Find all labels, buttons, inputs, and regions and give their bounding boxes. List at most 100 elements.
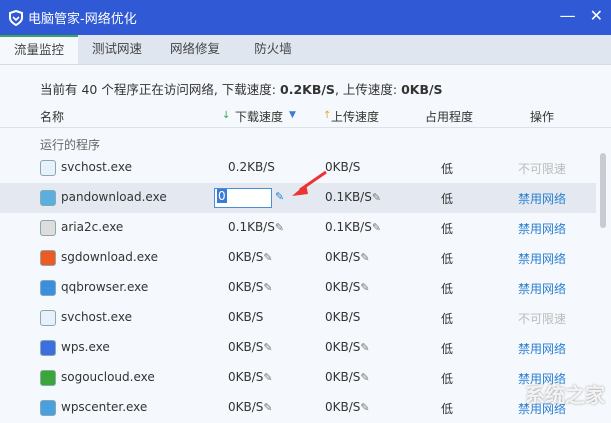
download-speed: 0KB/S xyxy=(228,310,263,324)
process-name: aria2c.exe xyxy=(61,220,124,234)
edit-pencil-icon[interactable]: ✎ xyxy=(360,251,369,264)
tab-traffic-monitor[interactable]: 流量监控 xyxy=(0,35,78,64)
upload-value: 0KB/S xyxy=(325,370,361,384)
upload-speed: 0KB/S xyxy=(325,310,360,324)
upload-value: 0KB/S xyxy=(325,400,361,414)
watermark: 系统之家 xyxy=(525,383,605,407)
sort-desc-icon[interactable]: ▼ xyxy=(289,110,296,120)
download-value: 0KB/S xyxy=(228,280,264,294)
col-download[interactable]: 下载速度 xyxy=(235,108,283,125)
table-row[interactable]: aria2c.exe 0.1KB/S✎ 0.1KB/S✎ 低 禁用网络 xyxy=(0,213,596,243)
scrollbar[interactable] xyxy=(600,153,606,228)
download-value: 0KB/S xyxy=(228,340,264,354)
action-link[interactable]: 禁用网络 xyxy=(518,220,566,237)
upload-speed: 0KB/S✎ xyxy=(325,340,370,354)
app-icon xyxy=(40,220,56,236)
sogou-icon xyxy=(40,250,56,266)
upload-value: 0.1KB/S xyxy=(325,190,372,204)
edit-pencil-icon[interactable]: ✎ xyxy=(372,221,381,234)
upload-value: 0KB/S xyxy=(325,250,361,264)
table-row[interactable]: svchost.exe 0KB/S 0KB/S 低 不可限速 xyxy=(0,303,596,333)
col-action: 操作 xyxy=(530,110,555,124)
tab-speed-test[interactable]: 测试网速 xyxy=(78,35,156,64)
wps-icon xyxy=(40,340,56,356)
table-row[interactable]: sgdownload.exe 0KB/S✎ 0KB/S✎ 低 禁用网络 xyxy=(0,243,596,273)
action-link[interactable]: 禁用网络 xyxy=(518,250,566,267)
action-link[interactable]: 禁用网络 xyxy=(518,340,566,357)
table-row[interactable]: qqbrowser.exe 0KB/S✎ 0KB/S✎ 低 禁用网络 xyxy=(0,273,596,303)
edit-pencil-icon[interactable]: ✎ xyxy=(360,371,369,384)
download-speed: 0.2KB/S xyxy=(228,160,275,174)
table-row[interactable]: wps.exe 0KB/S✎ 0KB/S✎ 低 禁用网络 xyxy=(0,333,596,363)
edit-pencil-icon[interactable]: ✎ xyxy=(360,401,369,414)
occupancy: 低 xyxy=(441,192,454,206)
edit-pencil-icon[interactable]: ✎ xyxy=(263,341,272,354)
download-speed: 0KB/S✎ xyxy=(228,400,273,414)
tab-network-repair[interactable]: 网络修复 xyxy=(156,35,234,64)
edit-pencil-icon[interactable]: ✎ xyxy=(360,281,369,294)
minimize-button[interactable]: — xyxy=(560,6,576,25)
edit-pencil-icon[interactable]: ✎ xyxy=(263,401,272,414)
download-speed: 0.1KB/S✎ xyxy=(228,220,284,234)
tab-bar: 流量监控 测试网速 网络修复 防火墙 xyxy=(0,35,611,65)
upload-speed: 0.1KB/S✎ xyxy=(325,190,381,204)
summary-prefix: 当前有 40 个程序正在访问网络, 下载速度: xyxy=(40,82,280,97)
edit-pencil-icon[interactable]: ✎ xyxy=(263,251,272,264)
download-speed: 0KB/S✎ xyxy=(228,250,273,264)
edit-pencil-icon[interactable]: ✎ xyxy=(263,371,272,384)
upload-speed: 0KB/S✎ xyxy=(325,280,370,294)
edit-pencil-icon[interactable]: ✎ xyxy=(360,341,369,354)
edit-pencil-icon[interactable]: ✎ xyxy=(275,190,284,203)
process-name: svchost.exe xyxy=(61,310,132,324)
summary-upload: 0KB/S xyxy=(401,82,443,97)
process-name: wpscenter.exe xyxy=(61,400,148,414)
process-name: svchost.exe xyxy=(61,160,132,174)
edit-pencil-icon[interactable]: ✎ xyxy=(275,221,284,234)
process-name: qqbrowser.exe xyxy=(61,280,149,294)
svchost-icon xyxy=(40,160,56,176)
download-value: 0KB/S xyxy=(228,370,264,384)
occupancy: 低 xyxy=(441,222,454,236)
column-header: 名称 ↓ 下载速度 ▼ ↑ 上传速度 占用程度 操作 xyxy=(0,106,611,128)
process-name: pandownload.exe xyxy=(61,190,167,204)
download-value: 0KB/S xyxy=(228,310,264,324)
download-speed: 0KB/S✎ xyxy=(228,280,273,294)
upload-speed: 0KB/S✎ xyxy=(325,400,370,414)
upload-value: 0.1KB/S xyxy=(325,220,372,234)
summary-mid: , 上传速度: xyxy=(334,82,402,97)
upload-speed: 0KB/S xyxy=(325,160,360,174)
action-link[interactable]: 禁用网络 xyxy=(518,190,566,207)
action-link: 不可限速 xyxy=(518,162,567,176)
close-button[interactable]: ✕ xyxy=(590,6,603,25)
edit-pencil-icon[interactable]: ✎ xyxy=(372,191,381,204)
occupancy: 低 xyxy=(441,252,454,266)
download-limit-input[interactable]: 0 xyxy=(214,188,272,208)
section-label: 运行的程序 xyxy=(40,138,101,152)
download-limit-value: 0 xyxy=(217,189,227,203)
download-value: 0KB/S xyxy=(228,250,264,264)
download-speed: 0KB/S✎ xyxy=(228,370,273,384)
table-row[interactable]: wpscenter.exe 0KB/S✎ 0KB/S✎ 低 禁用网络 xyxy=(0,393,596,423)
occupancy: 低 xyxy=(441,372,454,386)
col-upload[interactable]: 上传速度 xyxy=(331,108,379,125)
action-link: 不可限速 xyxy=(518,312,567,326)
col-name[interactable]: 名称 xyxy=(40,108,64,125)
upload-value: 0KB/S xyxy=(325,160,361,174)
action-link[interactable]: 禁用网络 xyxy=(518,280,566,297)
down-arrow-icon: ↓ xyxy=(222,110,231,121)
download-value: 0KB/S xyxy=(228,400,264,414)
summary-download: 0.2KB/S xyxy=(280,82,335,97)
edit-pencil-icon[interactable]: ✎ xyxy=(263,281,272,294)
occupancy: 低 xyxy=(441,282,454,296)
process-name: sgdownload.exe xyxy=(61,250,158,264)
col-occupancy[interactable]: 占用程度 xyxy=(425,108,473,125)
qqbrowser-icon xyxy=(40,280,56,296)
occupancy: 低 xyxy=(441,312,454,326)
tab-firewall[interactable]: 防火墙 xyxy=(234,35,312,64)
shield-logo-icon xyxy=(9,9,23,26)
process-name: sogoucloud.exe xyxy=(61,370,155,384)
upload-speed: 0.1KB/S✎ xyxy=(325,220,381,234)
table-row[interactable]: sogoucloud.exe 0KB/S✎ 0KB/S✎ 低 禁用网络 xyxy=(0,363,596,393)
process-name: wps.exe xyxy=(61,340,110,354)
upload-speed: 0KB/S✎ xyxy=(325,250,370,264)
